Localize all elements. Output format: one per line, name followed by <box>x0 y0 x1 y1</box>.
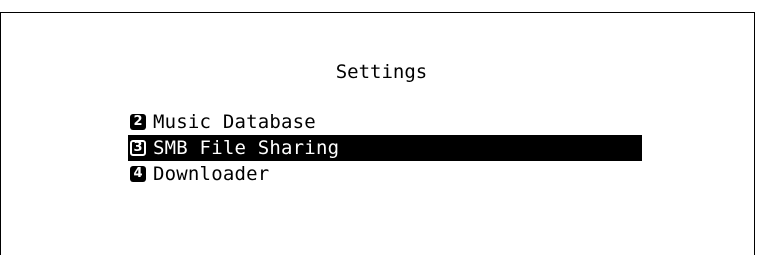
number-2-icon: 2 <box>130 114 146 130</box>
screen-title-text: Settings <box>335 61 428 83</box>
number-4-icon: 4 <box>130 166 146 182</box>
menu-item-downloader[interactable]: 4 Downloader <box>128 161 642 187</box>
settings-menu: 2 Music Database 3 SMB File Sharing 4 Do… <box>128 109 642 187</box>
screen-title: Settings <box>0 61 757 83</box>
menu-item-label: Music Database <box>153 111 316 133</box>
menu-item-label: Downloader <box>153 163 270 185</box>
menu-item-label: SMB File Sharing <box>153 137 340 159</box>
menu-item-music-database[interactable]: 2 Music Database <box>128 109 642 135</box>
menu-item-smb-file-sharing[interactable]: 3 SMB File Sharing <box>128 135 642 161</box>
number-3-icon: 3 <box>130 140 146 156</box>
